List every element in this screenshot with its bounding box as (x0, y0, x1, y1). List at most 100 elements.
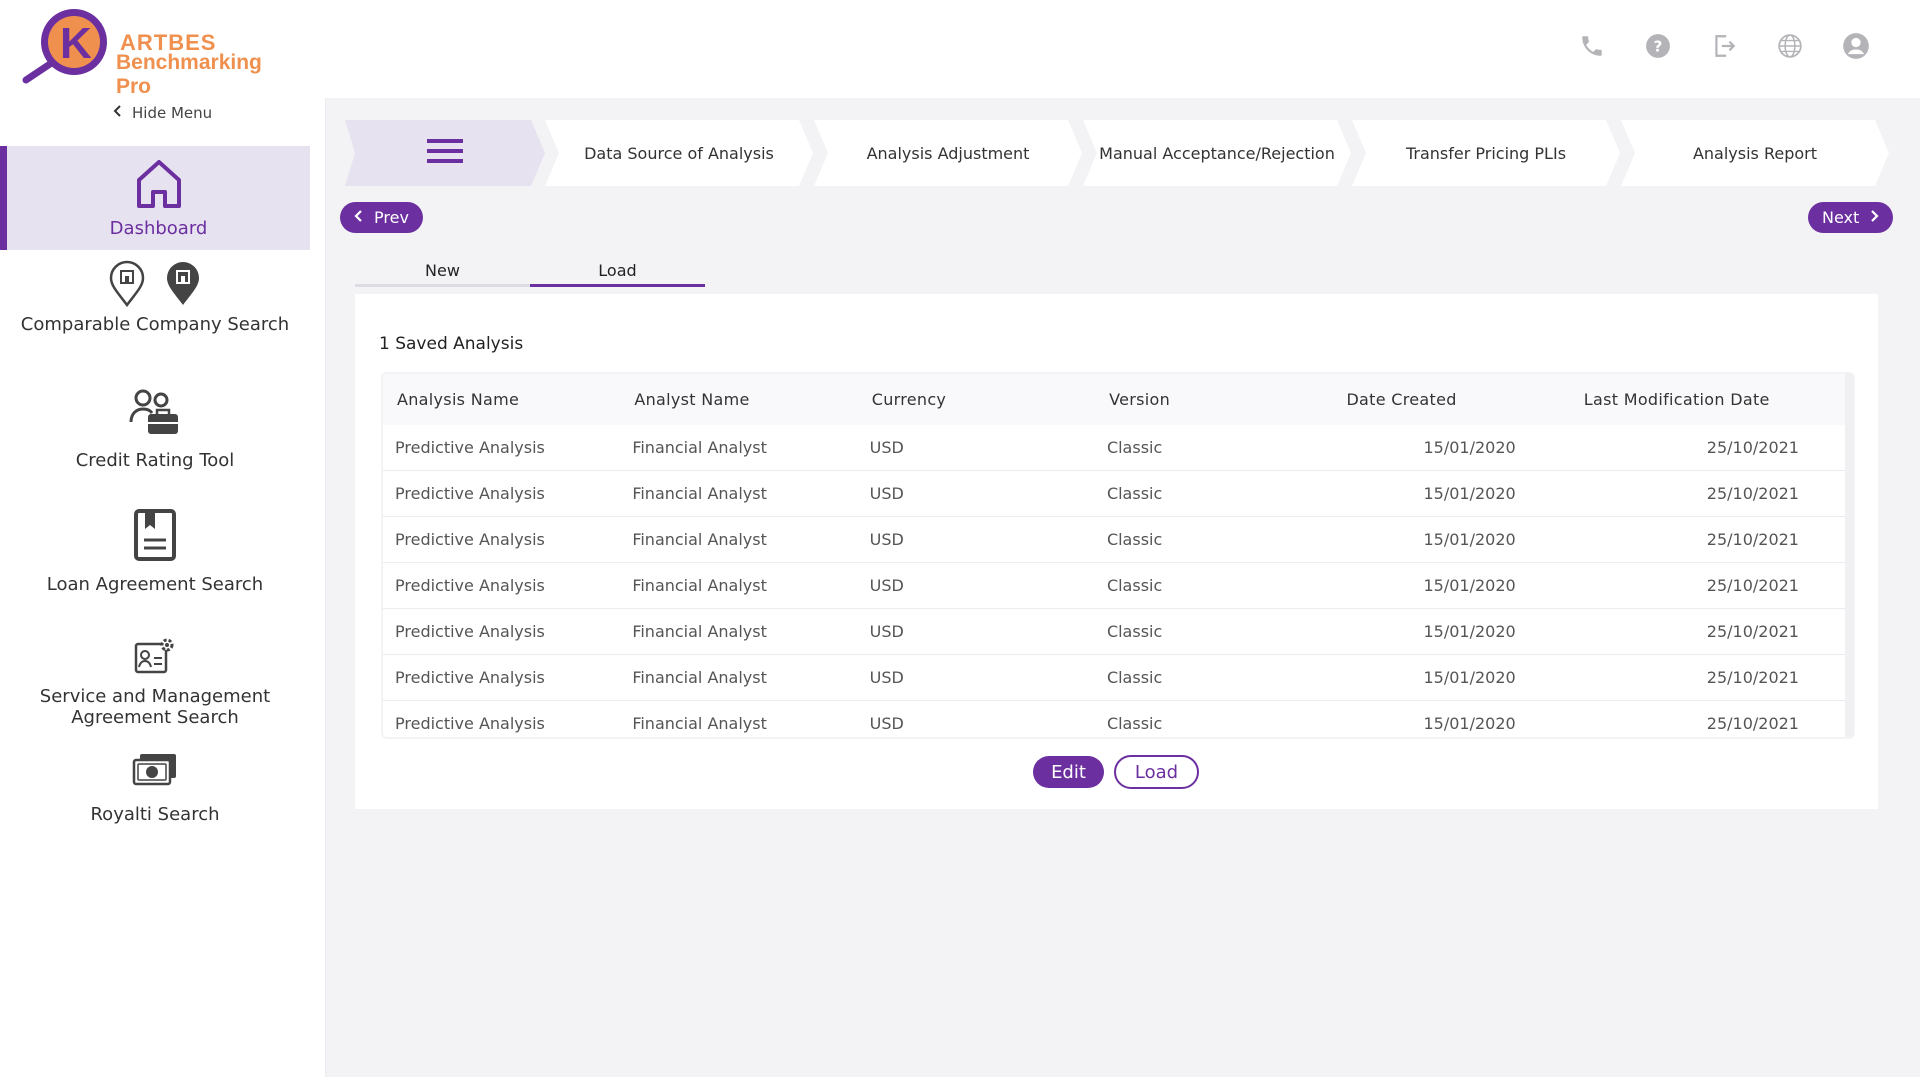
tab-bar: New Load (355, 259, 705, 287)
table-cell: Financial Analyst (632, 438, 767, 457)
steps-menu-button[interactable] (345, 120, 545, 186)
table-cell: 25/10/2021 (1706, 668, 1799, 687)
logo-text-secondary: Benchmarking Pro (116, 51, 262, 98)
sidebar-item-dashboard[interactable]: Dashboard (0, 146, 310, 250)
table-cell: Predictive Analysis (395, 622, 545, 641)
column-header[interactable]: Analysis Name (383, 390, 620, 409)
column-header[interactable]: Last Modification Date (1570, 390, 1853, 409)
column-header[interactable]: Date Created (1332, 390, 1569, 409)
table-cell: USD (869, 668, 904, 687)
table-row[interactable]: Predictive Analysis Financial Analyst USD C… (383, 701, 1853, 737)
column-header[interactable]: Currency (858, 390, 1095, 409)
table-cell: Classic (1106, 714, 1163, 733)
sidebar-item-label: Service and Management Agreement Search (39, 686, 271, 728)
table-row[interactable]: Predictive Analysis Financial Analyst USD C… (383, 471, 1853, 517)
workflow-steps: Data Source of Analysis Analysis Adjustm… (345, 120, 1891, 186)
next-button[interactable]: Next (1808, 202, 1894, 233)
next-label: Next (1822, 208, 1860, 227)
table-cell: Predictive Analysis (395, 438, 545, 457)
home-icon (135, 158, 183, 214)
svg-text:?: ? (1654, 37, 1663, 55)
user-icon[interactable] (1842, 32, 1870, 60)
sidebar-item-label: Loan Agreement Search (46, 574, 264, 595)
table-cell: 25/10/2021 (1706, 714, 1799, 733)
table-cell: Financial Analyst (632, 484, 767, 503)
sidebar-item-service-management-agreement-search[interactable]: Service and Management Agreement Search (0, 636, 310, 728)
chevron-right-icon (1869, 208, 1879, 227)
logout-icon[interactable] (1710, 32, 1738, 60)
table-cell: 25/10/2021 (1706, 530, 1799, 549)
id-card-gear-icon (134, 636, 176, 680)
chevron-left-icon (354, 208, 364, 227)
table-cell: Financial Analyst (632, 714, 767, 733)
users-briefcase-icon (128, 388, 182, 442)
help-icon[interactable]: ? (1644, 32, 1672, 60)
sidebar-item-royalti-search[interactable]: Royalti Search (0, 752, 310, 832)
table-cell: 15/01/2020 (1423, 668, 1516, 687)
sidebar-item-label: Dashboard (109, 218, 208, 239)
column-header[interactable]: Version (1095, 390, 1332, 409)
edit-button[interactable]: Edit (1033, 756, 1104, 788)
sidebar-item-label: Credit Rating Tool (75, 450, 235, 471)
table-cell: Classic (1106, 484, 1163, 503)
sidebar-item-label: Comparable Company Search (20, 314, 290, 335)
load-button[interactable]: Load (1114, 755, 1199, 789)
saved-analysis-table: Analysis Name Analyst Name Currency Vers… (381, 372, 1855, 739)
step-analysis-adjustment[interactable]: Analysis Adjustment (814, 120, 1082, 186)
prev-label: Prev (374, 208, 409, 227)
table-cell: Classic (1106, 576, 1163, 595)
table-cell: Classic (1106, 622, 1163, 641)
sidebar-item-loan-agreement-search[interactable]: Loan Agreement Search (0, 508, 310, 598)
sidebar-item-comparable-company-search[interactable]: Comparable Company Search (0, 260, 310, 350)
table-cell: 25/10/2021 (1706, 484, 1799, 503)
tab-load[interactable]: Load (530, 259, 705, 287)
svg-text:K: K (60, 19, 92, 68)
table-cell: Predictive Analysis (395, 484, 545, 503)
table-cell: USD (869, 484, 904, 503)
prev-button[interactable]: Prev (340, 202, 423, 233)
table-cell: Financial Analyst (632, 576, 767, 595)
globe-icon[interactable] (1776, 32, 1804, 60)
app-logo[interactable]: K ARTBES Benchmarking Pro (22, 6, 302, 98)
table-cell: Classic (1106, 530, 1163, 549)
table-cell: USD (869, 576, 904, 595)
table-row[interactable]: Predictive Analysis Financial Analyst USD C… (383, 425, 1853, 471)
table-scrollbar[interactable] (1845, 374, 1853, 737)
phone-icon[interactable] (1578, 32, 1606, 60)
table-cell: Predictive Analysis (395, 668, 545, 687)
money-icon (132, 752, 178, 792)
table-cell: Classic (1106, 438, 1163, 457)
map-pin-icon (108, 260, 202, 308)
table-row[interactable]: Predictive Analysis Financial Analyst USD C… (383, 517, 1853, 563)
table-cell: 25/10/2021 (1706, 438, 1799, 457)
hide-menu-label: Hide Menu (132, 104, 213, 122)
table-cell: USD (869, 714, 904, 733)
table-cell: Financial Analyst (632, 622, 767, 641)
card-title: 1 Saved Analysis (379, 334, 524, 354)
table-cell: 15/01/2020 (1423, 530, 1516, 549)
table-row[interactable]: Predictive Analysis Financial Analyst USD C… (383, 655, 1853, 701)
step-manual-acceptance[interactable]: Manual Acceptance/Rejection (1083, 120, 1351, 186)
table-cell: 25/10/2021 (1706, 576, 1799, 595)
table-row[interactable]: Predictive Analysis Financial Analyst USD C… (383, 563, 1853, 609)
step-analysis-report[interactable]: Analysis Report (1621, 120, 1889, 186)
table-cell: Predictive Analysis (395, 714, 545, 733)
saved-analysis-card: 1 Saved Analysis Analysis Name Analyst N… (355, 294, 1878, 809)
step-transfer-pricing-plis[interactable]: Transfer Pricing PLIs (1352, 120, 1620, 186)
column-header[interactable]: Analyst Name (620, 390, 857, 409)
table-cell: USD (869, 622, 904, 641)
table-cell: Classic (1106, 668, 1163, 687)
table-cell: 15/01/2020 (1423, 622, 1516, 641)
document-bookmark-icon (133, 508, 177, 566)
table-row[interactable]: Predictive Analysis Financial Analyst USD C… (383, 609, 1853, 655)
table-cell: USD (869, 438, 904, 457)
table-cell: 15/01/2020 (1423, 576, 1516, 595)
table-cell: Predictive Analysis (395, 530, 545, 549)
hide-menu-button[interactable]: Hide Menu (112, 104, 212, 122)
tab-new[interactable]: New (355, 259, 530, 284)
table-header: Analysis Name Analyst Name Currency Vers… (383, 374, 1853, 425)
table-cell: USD (869, 530, 904, 549)
step-data-source[interactable]: Data Source of Analysis (545, 120, 813, 186)
chevron-left-icon (112, 104, 124, 122)
sidebar-item-credit-rating-tool[interactable]: Credit Rating Tool (0, 388, 310, 478)
